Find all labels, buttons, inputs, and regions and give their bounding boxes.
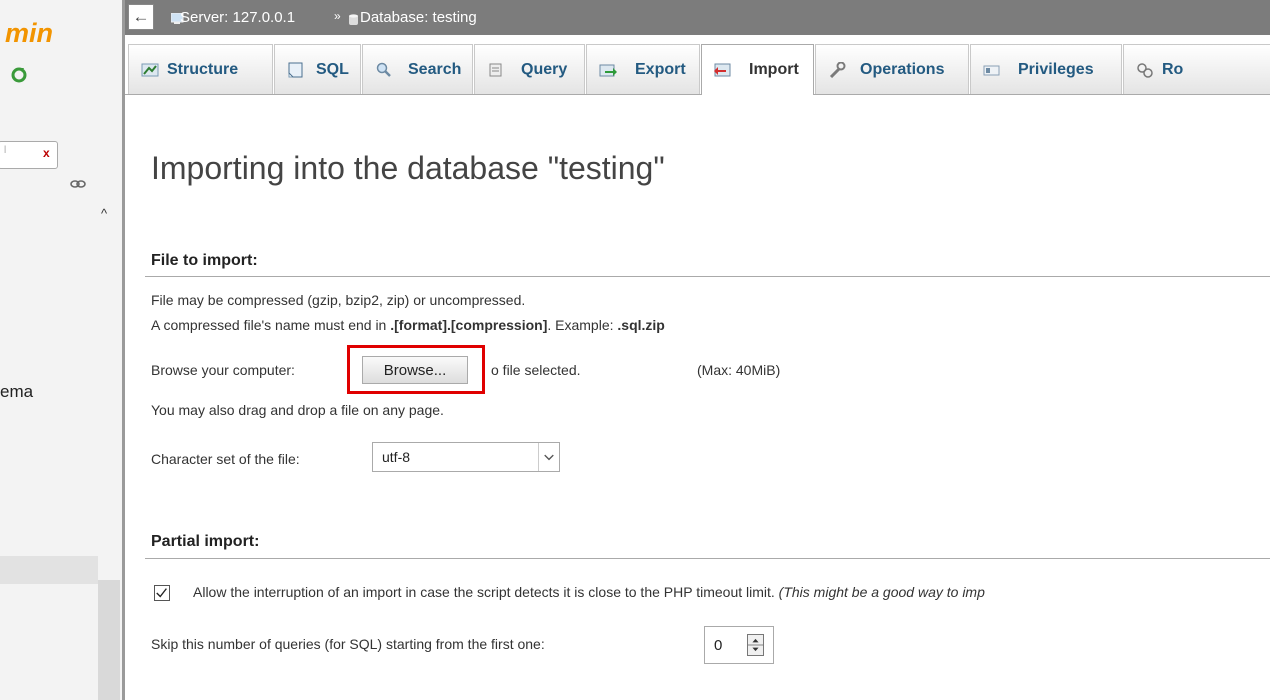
drag-drop-hint: You may also drag and drop a file on any… xyxy=(151,402,444,418)
section-divider xyxy=(145,276,1270,277)
nav-filter-placeholder: l xyxy=(4,145,7,156)
tab-search[interactable]: Search xyxy=(362,44,473,94)
breadcrumb-database-link[interactable]: Database: testing xyxy=(360,9,477,26)
navigation-panel: min l x ^ ema xyxy=(0,0,122,700)
logo[interactable]: min xyxy=(5,18,53,49)
wrench-icon xyxy=(829,62,846,78)
clear-filter-icon[interactable]: x xyxy=(43,146,50,160)
compression-info: File may be compressed (gzip, bzip2, zip… xyxy=(151,292,526,308)
charset-label: Character set of the file: xyxy=(151,451,300,467)
nav-scrollbar[interactable] xyxy=(98,580,120,700)
tab-export[interactable]: Export xyxy=(586,44,700,94)
section-divider xyxy=(145,558,1270,559)
breadcrumb: ← Server: 127.0.0.1 » Database: testing xyxy=(125,0,1270,35)
reload-icon[interactable] xyxy=(10,66,28,84)
checkmark-icon xyxy=(156,588,167,598)
sql-icon xyxy=(288,62,303,78)
nav-db-item-label[interactable]: ema xyxy=(0,382,33,402)
tab-query[interactable]: Query xyxy=(474,44,585,94)
nav-scroll-up-icon[interactable]: ^ xyxy=(101,206,107,221)
tab-privileges[interactable]: Privileges xyxy=(970,44,1122,94)
page-title: Importing into the database "testing" xyxy=(151,150,665,186)
export-icon xyxy=(599,64,617,77)
database-icon xyxy=(349,14,358,25)
partial-import-heading: Partial import: xyxy=(151,533,260,550)
compression-name-info: A compressed file's name must end in .[f… xyxy=(151,317,665,333)
tab-structure[interactable]: Structure xyxy=(128,44,273,94)
skip-queries-value: 0 xyxy=(714,637,723,654)
nav-filter-input[interactable]: l x xyxy=(0,141,58,169)
nav-selected-item[interactable] xyxy=(0,556,98,584)
breadcrumb-server-link[interactable]: Server: 127.0.0.1 xyxy=(180,9,295,26)
breadcrumb-separator: » xyxy=(334,9,341,23)
chevron-down-icon xyxy=(538,443,554,471)
skip-queries-label: Skip this number of queries (for SQL) st… xyxy=(151,636,545,652)
browse-label: Browse your computer: xyxy=(151,362,295,378)
tab-bar: Structure SQL Search Query Export Import… xyxy=(125,44,1270,95)
file-to-import-heading: File to import: xyxy=(151,252,258,269)
skip-queries-input[interactable]: 0 xyxy=(704,626,774,664)
tab-routines[interactable]: Ro xyxy=(1123,44,1270,94)
charset-select[interactable]: utf-8 xyxy=(372,442,560,472)
browse-button[interactable]: Browse... xyxy=(362,356,468,384)
panel-splitter[interactable] xyxy=(122,0,125,700)
search-icon xyxy=(376,62,391,77)
link-icon[interactable] xyxy=(70,178,86,190)
tab-import[interactable]: Import xyxy=(701,44,814,95)
routines-icon xyxy=(1137,63,1153,78)
max-size-label: (Max: 40MiB) xyxy=(697,362,781,378)
allow-interrupt-checkbox[interactable] xyxy=(154,585,170,601)
allow-interrupt-label: Allow the interruption of an import in c… xyxy=(193,584,985,600)
import-icon xyxy=(714,63,731,77)
structure-icon xyxy=(141,63,159,77)
number-spinner-icon[interactable] xyxy=(747,634,764,656)
tab-operations[interactable]: Operations xyxy=(815,44,969,94)
charset-value: utf-8 xyxy=(382,449,411,465)
collapse-nav-button[interactable]: ← xyxy=(128,4,154,30)
tab-sql[interactable]: SQL xyxy=(274,44,361,94)
query-icon xyxy=(489,63,502,77)
privileges-icon xyxy=(983,65,1000,76)
no-file-selected: o file selected. xyxy=(491,362,581,378)
